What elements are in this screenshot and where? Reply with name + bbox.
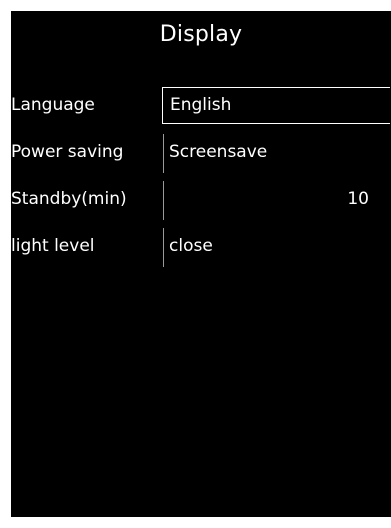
column-divider — [163, 181, 164, 220]
display-settings-screen: Display Language English Power saving Sc… — [11, 11, 391, 517]
language-label: Language — [11, 95, 95, 115]
language-value: English — [170, 95, 232, 115]
column-divider — [163, 228, 164, 267]
light-level-value[interactable]: close — [169, 228, 213, 264]
language-select[interactable]: English — [162, 87, 390, 124]
setting-row-language[interactable]: Language English — [11, 87, 391, 134]
light-level-label: light level — [11, 236, 95, 256]
standby-label: Standby(min) — [11, 189, 127, 209]
setting-row-light-level[interactable]: light level close — [11, 228, 391, 275]
power-saving-label: Power saving — [11, 142, 124, 162]
standby-value[interactable]: 10 — [169, 181, 369, 217]
column-divider — [163, 134, 164, 173]
setting-row-standby[interactable]: Standby(min) 10 — [11, 181, 391, 228]
setting-row-power-saving[interactable]: Power saving Screensave — [11, 134, 391, 181]
power-saving-value[interactable]: Screensave — [169, 134, 267, 170]
page-title: Display — [159, 22, 243, 47]
settings-list: Language English Power saving Screensave… — [11, 87, 391, 275]
